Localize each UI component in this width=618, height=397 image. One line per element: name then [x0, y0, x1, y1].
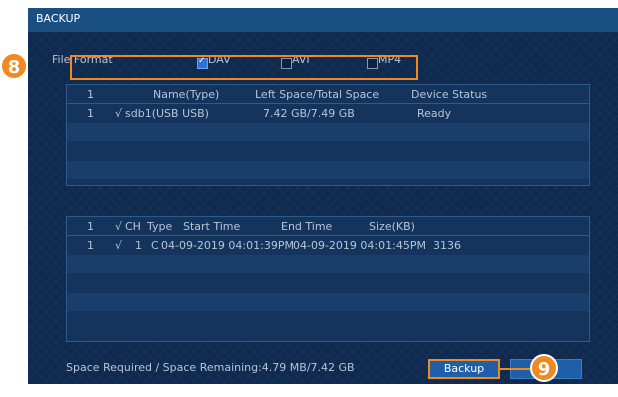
file-row-size: 3136	[433, 239, 461, 252]
callout-8: 8	[0, 52, 28, 80]
file-col-check[interactable]: √	[115, 220, 122, 233]
file-row-check[interactable]: √	[115, 239, 122, 252]
device-col-name: Name(Type)	[153, 88, 220, 101]
table-row	[67, 312, 589, 330]
device-row-index: 1	[87, 107, 94, 120]
table-row	[67, 293, 589, 311]
device-row-status: Ready	[417, 107, 452, 120]
file-row-end: 04-09-2019 04:01:45PM	[293, 239, 426, 252]
device-row-name: sdb1(USB USB)	[125, 107, 209, 120]
file-col-type: Type	[147, 220, 173, 233]
file-row-start: 04-09-2019 04:01:39PM	[161, 239, 294, 252]
backup-button[interactable]: Backup	[428, 359, 500, 379]
file-col-index: 1	[87, 220, 94, 233]
table-row	[67, 123, 589, 141]
callout-connector	[500, 368, 530, 370]
file-table-header: 1 √ CH Type Start Time End Time Size(KB)	[67, 217, 589, 235]
device-row-check[interactable]: √	[115, 107, 122, 120]
device-row-space: 7.42 GB/7.49 GB	[263, 107, 355, 120]
table-row[interactable]: 1 √ 1 C 04-09-2019 04:01:39PM 04-09-2019…	[67, 236, 589, 254]
file-col-end: End Time	[281, 220, 333, 233]
device-table: 1 Name(Type) Left Space/Total Space Devi…	[66, 84, 590, 186]
table-row	[67, 274, 589, 292]
device-table-header: 1 Name(Type) Left Space/Total Space Devi…	[67, 85, 589, 103]
file-col-size: Size(KB)	[369, 220, 415, 233]
file-row-ch: 1	[135, 239, 142, 252]
device-col-status: Device Status	[411, 88, 488, 101]
table-row	[67, 142, 589, 160]
callout-9: 9	[530, 354, 558, 382]
title-bar: BACKUP	[28, 8, 618, 32]
device-col-space: Left Space/Total Space	[255, 88, 380, 101]
device-col-index: 1	[87, 88, 94, 101]
file-row-index: 1	[87, 239, 94, 252]
window-title: BACKUP	[36, 12, 81, 25]
file-col-start: Start Time	[183, 220, 241, 233]
file-col-ch: CH	[125, 220, 141, 233]
file-table: 1 √ CH Type Start Time End Time Size(KB)…	[66, 216, 590, 342]
file-row-type: C	[151, 239, 159, 252]
file-format-highlight	[70, 55, 418, 80]
space-required-text: Space Required / Space Remaining:4.79 MB…	[66, 361, 355, 374]
table-row	[67, 161, 589, 179]
table-row	[67, 255, 589, 273]
table-row[interactable]: 1 √ sdb1(USB USB) 7.42 GB/7.49 GB Ready	[67, 104, 589, 122]
